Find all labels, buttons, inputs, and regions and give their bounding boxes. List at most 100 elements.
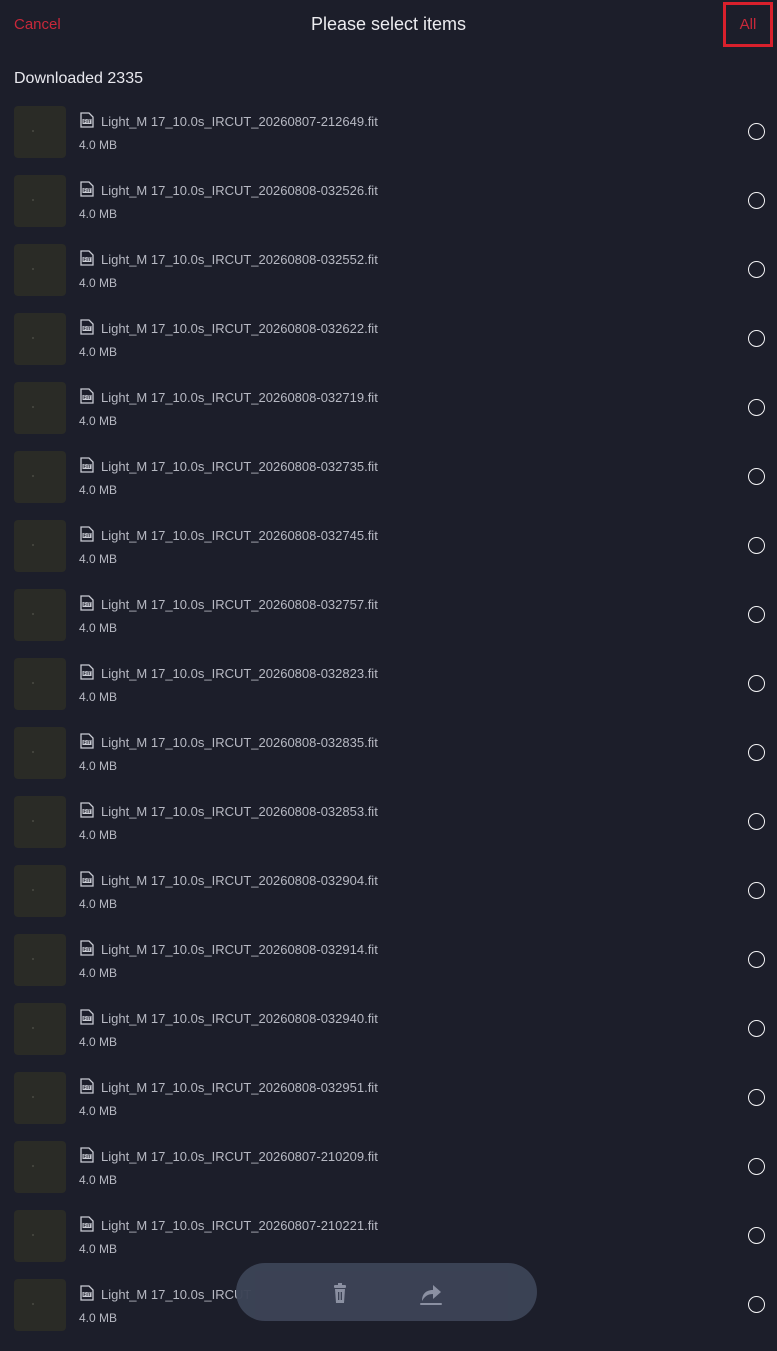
- header: Cancel Please select items All: [0, 0, 777, 52]
- file-size: 4.0 MB: [79, 483, 118, 497]
- fit-file-icon: FIT: [79, 1285, 95, 1301]
- file-name: Light_M 17_10.0s_IRCUT_20260808-032940.f…: [101, 1011, 378, 1026]
- select-radio[interactable]: [748, 399, 765, 416]
- select-all-label: All: [739, 16, 757, 33]
- file-name: Light_M 17_10.0s_IRCUT_20260808-032853.f…: [101, 804, 378, 819]
- select-radio[interactable]: [748, 882, 765, 899]
- file-thumbnail: [14, 1279, 66, 1331]
- fit-file-icon: FIT: [79, 1009, 95, 1025]
- file-name: Light_M 17_10.0s_IRCUT_20260808-032552.f…: [101, 252, 378, 267]
- file-row[interactable]: FIT Light_M 17_10.0s_IRCUT_20260808-03283…: [0, 718, 777, 787]
- file-thumbnail: [14, 796, 66, 848]
- file-size: 4.0 MB: [79, 621, 118, 635]
- file-size: 4.0 MB: [79, 1104, 118, 1118]
- share-arrow-icon[interactable]: [417, 1279, 445, 1307]
- file-row[interactable]: FIT Light_M 17_10.0s_IRCUT_20260808-03255…: [0, 235, 777, 304]
- file-thumbnail: [14, 1072, 66, 1124]
- trash-icon[interactable]: [326, 1279, 354, 1307]
- file-name: Light_M 17_10.0s_IRCUT_20260807-210221.f…: [101, 1218, 378, 1233]
- file-name: Light_M 17_10.0s_IRCUT_20260808-032835.f…: [101, 735, 378, 750]
- bottom-toolbar: [236, 1263, 537, 1321]
- file-row[interactable]: FIT Light_M 17_10.0s_IRCUT_20260808-03282…: [0, 649, 777, 718]
- select-all-button[interactable]: All: [723, 2, 773, 47]
- select-radio[interactable]: [748, 1296, 765, 1313]
- file-size: 4.0 MB: [79, 1311, 118, 1325]
- select-radio[interactable]: [748, 744, 765, 761]
- select-radio[interactable]: [748, 606, 765, 623]
- svg-text:FIT: FIT: [83, 1154, 91, 1160]
- file-name: Light_M 17_10.0s_IRCUT_20260808-032745.f…: [101, 528, 378, 543]
- file-row[interactable]: FIT Light_M 17_10.0s_IRCUT_20260808-03274…: [0, 511, 777, 580]
- page-title: Please select items: [310, 14, 467, 34]
- fit-file-icon: FIT: [79, 871, 95, 887]
- svg-text:FIT: FIT: [83, 1016, 91, 1022]
- file-row[interactable]: FIT Light_M 17_10.0s_IRCUT_20260808-03291…: [0, 925, 777, 994]
- select-radio[interactable]: [748, 1158, 765, 1175]
- file-size: 4.0 MB: [79, 138, 118, 152]
- file-row[interactable]: FIT Light_M 17_10.0s_IRCUT_20260808-03294…: [0, 994, 777, 1063]
- file-name: Light_M 17_10.0s_IRCUT_20260808-032823.f…: [101, 666, 378, 681]
- file-name: Light_M 17_10.0s_IRCUT_20260807-212649.f…: [101, 114, 378, 129]
- file-thumbnail: [14, 1141, 66, 1193]
- select-radio[interactable]: [748, 1227, 765, 1244]
- select-radio[interactable]: [748, 1020, 765, 1037]
- select-radio[interactable]: [748, 537, 765, 554]
- file-size: 4.0 MB: [79, 276, 118, 290]
- svg-text:FIT: FIT: [83, 947, 91, 953]
- file-thumbnail: [14, 106, 66, 158]
- fit-file-icon: FIT: [79, 319, 95, 335]
- svg-text:FIT: FIT: [83, 1085, 91, 1091]
- svg-text:FIT: FIT: [83, 602, 91, 608]
- file-size: 4.0 MB: [79, 828, 118, 842]
- svg-text:FIT: FIT: [83, 119, 91, 125]
- file-thumbnail: [14, 727, 66, 779]
- file-thumbnail: [14, 1003, 66, 1055]
- file-row[interactable]: FIT Light_M 17_10.0s_IRCUT_20260808-03295…: [0, 1063, 777, 1132]
- file-row[interactable]: FIT Light_M 17_10.0s_IRCUT_20260808-03290…: [0, 856, 777, 925]
- fit-file-icon: FIT: [79, 1147, 95, 1163]
- file-thumbnail: [14, 520, 66, 572]
- svg-text:FIT: FIT: [83, 188, 91, 194]
- fit-file-icon: FIT: [79, 1216, 95, 1232]
- file-row[interactable]: FIT Light_M 17_10.0s_IRCUT_20260808-03275…: [0, 580, 777, 649]
- file-name: Light_M 17_10.0s_IRCUT: [101, 1287, 252, 1302]
- select-radio[interactable]: [748, 123, 765, 140]
- svg-text:FIT: FIT: [83, 464, 91, 470]
- select-radio[interactable]: [748, 330, 765, 347]
- file-row[interactable]: FIT Light_M 17_10.0s_IRCUT_20260808-03262…: [0, 304, 777, 373]
- select-radio[interactable]: [748, 813, 765, 830]
- svg-text:FIT: FIT: [83, 809, 91, 815]
- file-row[interactable]: FIT Light_M 17_10.0s_IRCUT_20260807-21264…: [0, 97, 777, 166]
- file-thumbnail: [14, 451, 66, 503]
- select-radio[interactable]: [748, 261, 765, 278]
- file-size: 4.0 MB: [79, 966, 118, 980]
- file-size: 4.0 MB: [79, 207, 118, 221]
- file-row[interactable]: FIT Light_M 17_10.0s_IRCUT_20260807-21020…: [0, 1132, 777, 1201]
- fit-file-icon: FIT: [79, 112, 95, 128]
- select-radio[interactable]: [748, 951, 765, 968]
- file-name: Light_M 17_10.0s_IRCUT_20260808-032914.f…: [101, 942, 378, 957]
- file-size: 4.0 MB: [79, 345, 118, 359]
- file-name: Light_M 17_10.0s_IRCUT_20260808-032622.f…: [101, 321, 378, 336]
- select-radio[interactable]: [748, 1089, 765, 1106]
- file-name: Light_M 17_10.0s_IRCUT_20260808-032526.f…: [101, 183, 378, 198]
- select-radio[interactable]: [748, 468, 765, 485]
- file-name: Light_M 17_10.0s_IRCUT_20260808-032719.f…: [101, 390, 378, 405]
- fit-file-icon: FIT: [79, 595, 95, 611]
- file-thumbnail: [14, 865, 66, 917]
- file-thumbnail: [14, 382, 66, 434]
- select-radio[interactable]: [748, 675, 765, 692]
- fit-file-icon: FIT: [79, 388, 95, 404]
- file-row[interactable]: FIT Light_M 17_10.0s_IRCUT_20260808-03273…: [0, 442, 777, 511]
- fit-file-icon: FIT: [79, 1078, 95, 1094]
- file-row[interactable]: FIT Light_M 17_10.0s_IRCUT_20260808-03252…: [0, 166, 777, 235]
- file-row[interactable]: FIT Light_M 17_10.0s_IRCUT_20260808-03285…: [0, 787, 777, 856]
- file-name: Light_M 17_10.0s_IRCUT_20260807-210209.f…: [101, 1149, 378, 1164]
- select-radio[interactable]: [748, 192, 765, 209]
- svg-text:FIT: FIT: [83, 326, 91, 332]
- fit-file-icon: FIT: [79, 526, 95, 542]
- file-row[interactable]: FIT Light_M 17_10.0s_IRCUT_20260807-21022…: [0, 1201, 777, 1270]
- file-size: 4.0 MB: [79, 414, 118, 428]
- file-row[interactable]: FIT Light_M 17_10.0s_IRCUT_20260808-03271…: [0, 373, 777, 442]
- file-size: 4.0 MB: [79, 690, 118, 704]
